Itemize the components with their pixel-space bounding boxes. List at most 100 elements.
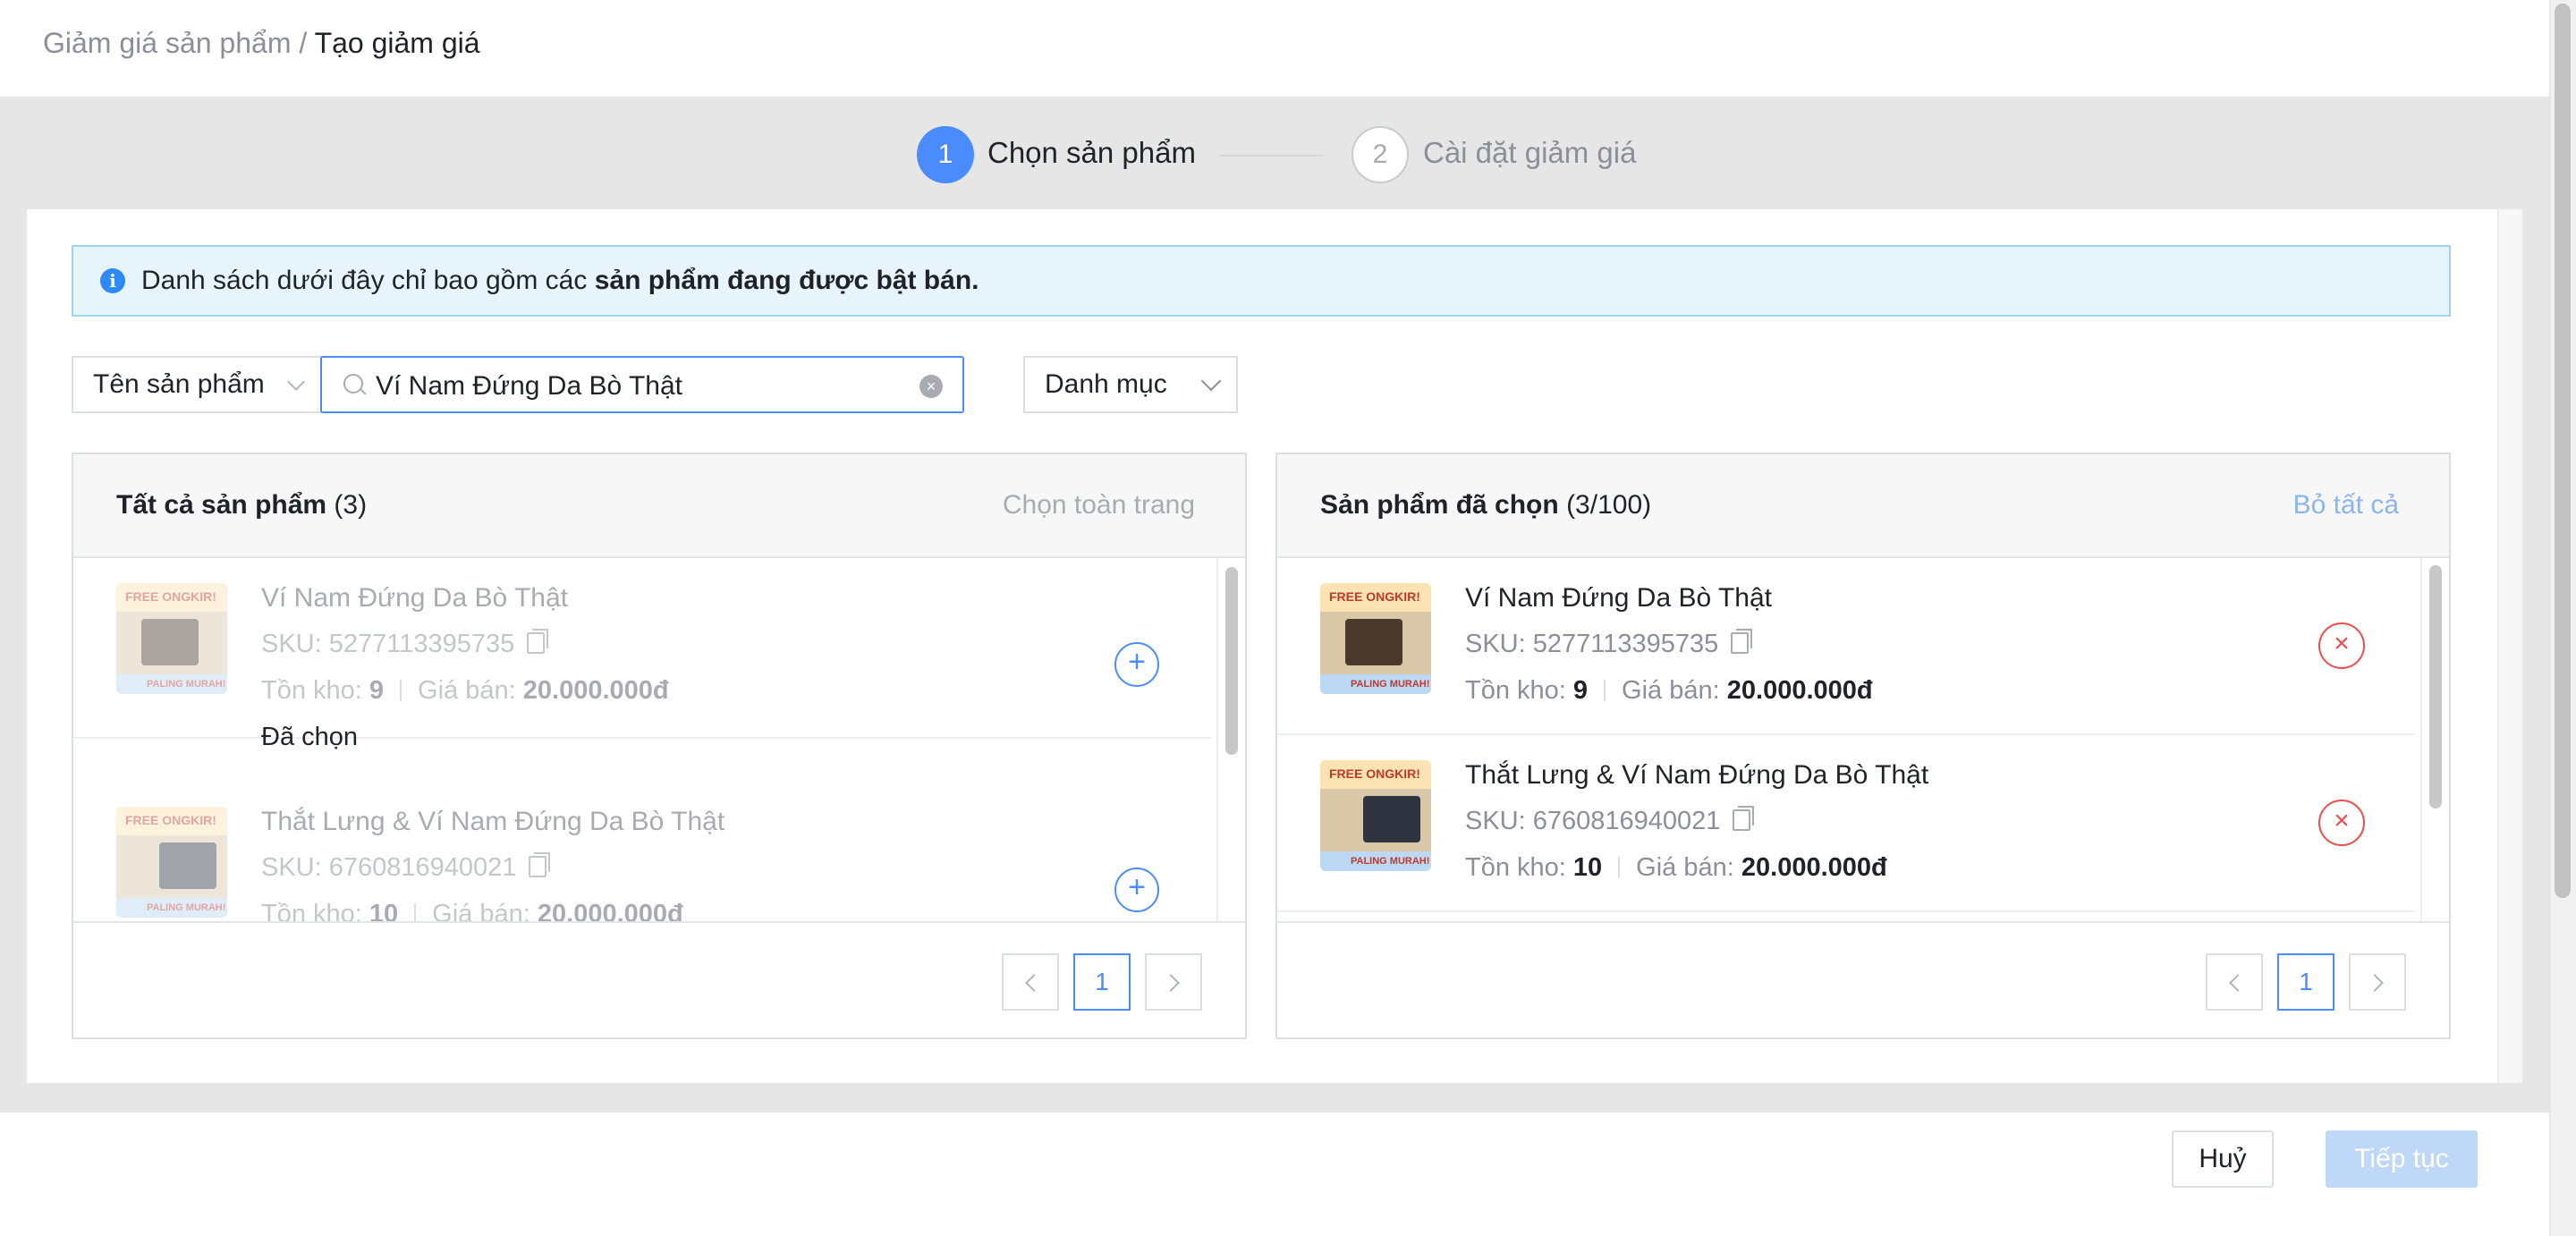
selected-products-panel: Sản phẩm đã chọn (3/100) Bỏ tất cả FREE …	[1275, 453, 2451, 1039]
all-products-title: Tất cả sản phẩm (3)	[116, 490, 367, 521]
remove-product-button[interactable]: ×	[2318, 622, 2365, 669]
product-sku-text: SKU: 5277113395735	[1465, 630, 1719, 658]
scrollbar-thumb[interactable]	[1225, 567, 1238, 755]
selected-products-title-text: Sản phẩm đã chọn	[1320, 490, 1559, 520]
stock-value: 9	[1572, 676, 1589, 705]
thumbnail-top-text: FREE ONGKIR!	[1329, 766, 1420, 781]
page-number-button[interactable]: 1	[2277, 953, 2334, 1011]
list-item: FREE ONGKIR! PALING MURAH! Ví Nam Đứng D…	[1277, 558, 2415, 735]
list-item: FREE ONGKIR! PALING MURAH! Thắt Lưng & V…	[73, 785, 1211, 921]
product-thumbnail: FREE ONGKIR! PALING MURAH!	[1320, 583, 1431, 694]
page-scrollbar-thumb[interactable]	[2555, 4, 2571, 898]
thumbnail-band-text: PALING MURAH!	[1351, 856, 1430, 867]
all-products-count: (3)	[334, 490, 368, 520]
stock-label: Tồn kho:	[261, 900, 362, 921]
step-connector	[1219, 155, 1323, 157]
list-item: FREE ONGKIR! PALING MURAH! Ví Nam Đứng D…	[73, 558, 1211, 751]
price-value: 20.000.000đ	[1726, 676, 1873, 705]
next-page-button[interactable]	[1145, 953, 1202, 1011]
info-banner-text: Danh sách dưới đây chỉ bao gồm các	[141, 266, 588, 295]
thumbnail-band-text: PALING MURAH!	[147, 902, 226, 913]
prev-page-button[interactable]	[2206, 953, 2263, 1011]
thumbnail-band-text: PALING MURAH!	[147, 679, 226, 690]
selected-products-title: Sản phẩm đã chọn (3/100)	[1320, 490, 1651, 521]
list-item: FREE ONGKIR! PALING MURAH! Thắt Lưng & V…	[1277, 735, 2415, 912]
category-select-value: Danh mục	[1045, 369, 1167, 399]
card-edge	[2497, 209, 2522, 1083]
product-sku-text: SKU: 5277113395735	[261, 630, 515, 658]
step-2-label: Cài đặt giảm giá	[1423, 136, 1637, 169]
stock-label: Tồn kho:	[261, 676, 362, 705]
chevron-down-icon	[287, 373, 305, 391]
price-value: 20.000.000đ	[1741, 853, 1887, 882]
search-field-select[interactable]: Tên sản phẩm	[72, 356, 322, 413]
info-banner: i Danh sách dưới đây chỉ bao gồm các sản…	[72, 245, 2451, 317]
product-name: Ví Nam Đứng Da Bò Thật	[1465, 583, 1773, 613]
all-products-panel: Tất cả sản phẩm (3) Chọn toàn trang FREE…	[72, 453, 1247, 1039]
selected-products-scrollbar[interactable]	[2420, 558, 2449, 921]
product-name: Thắt Lưng & Ví Nam Đứng Da Bò Thật	[261, 807, 725, 836]
footer-bar	[0, 1111, 2549, 1236]
product-meta: Tồn kho: 10 Giá bán: 20.000.000đ	[1465, 853, 1887, 883]
thumbnail-top-text: FREE ONGKIR!	[125, 589, 216, 604]
thumbnail-band-text: PALING MURAH!	[1351, 679, 1430, 690]
product-sku: SKU: 6760816940021	[1465, 806, 1755, 836]
scrollbar-thumb[interactable]	[2429, 565, 2442, 808]
selected-products-count: (3/100)	[1566, 490, 1652, 520]
step-1-indicator: 1	[917, 126, 974, 183]
all-products-scrollbar[interactable]	[1216, 558, 1245, 921]
product-meta: Tồn kho: 9 Giá bán: 20.000.000đ	[1465, 676, 1873, 706]
price-label: Giá bán:	[432, 900, 530, 921]
search-field-select-value: Tên sản phẩm	[93, 369, 265, 399]
breadcrumb: Giảm giá sản phẩm / Tạo giảm giá	[43, 27, 480, 60]
selected-status: Đã chọn	[261, 723, 359, 751]
product-meta: Tồn kho: 10 Giá bán: 20.000.000đ	[261, 900, 683, 921]
all-products-title-text: Tất cả sản phẩm	[116, 490, 327, 520]
breadcrumb-parent-link[interactable]: Giảm giá sản phẩm	[43, 27, 291, 59]
stock-value: 9	[369, 676, 385, 705]
product-thumbnail: FREE ONGKIR! PALING MURAH!	[1320, 760, 1431, 871]
prev-page-button[interactable]	[1002, 953, 1059, 1011]
category-select[interactable]: Danh mục	[1023, 356, 1238, 413]
search-input-value: Ví Nam Đứng Da Bò Thật	[376, 371, 683, 401]
all-products-header: Tất cả sản phẩm (3) Chọn toàn trang	[73, 454, 1245, 558]
select-whole-page-button[interactable]: Chọn toàn trang	[1003, 490, 1195, 521]
remove-product-button[interactable]: ×	[2318, 800, 2365, 846]
product-name: Thắt Lưng & Ví Nam Đứng Da Bò Thật	[1465, 760, 1929, 790]
product-sku: SKU: 5277113395735	[261, 629, 549, 659]
add-product-button[interactable]: +	[1114, 642, 1159, 687]
product-meta: Tồn kho: 9 Giá bán: 20.000.000đ	[261, 676, 669, 706]
copy-icon[interactable]	[529, 852, 551, 877]
clear-icon[interactable]: ×	[919, 375, 943, 398]
add-product-button[interactable]: +	[1114, 868, 1159, 912]
remove-all-button[interactable]: Bỏ tất cả	[2293, 490, 2399, 521]
next-page-button[interactable]	[2349, 953, 2406, 1011]
thumbnail-top-text: FREE ONGKIR!	[125, 813, 216, 827]
thumbnail-top-text: FREE ONGKIR!	[1329, 589, 1420, 604]
all-products-pagination: 1	[73, 921, 1245, 1037]
price-label: Giá bán:	[1622, 676, 1720, 705]
product-sku-text: SKU: 6760816940021	[261, 853, 517, 882]
stock-label: Tồn kho:	[1465, 676, 1566, 705]
info-banner-bold-text: sản phẩm đang được bật bán.	[594, 266, 979, 295]
product-thumbnail: FREE ONGKIR! PALING MURAH!	[116, 583, 227, 694]
product-sku: SKU: 6760816940021	[261, 852, 551, 883]
copy-icon[interactable]	[1731, 629, 1753, 654]
continue-button[interactable]: Tiếp tục	[2326, 1130, 2478, 1188]
all-products-list: FREE ONGKIR! PALING MURAH! Ví Nam Đứng D…	[73, 558, 1245, 921]
price-label: Giá bán:	[1636, 853, 1734, 882]
search-input[interactable]: Ví Nam Đứng Da Bò Thật ×	[320, 356, 964, 413]
copy-icon[interactable]	[1733, 806, 1755, 831]
selected-products-list: FREE ONGKIR! PALING MURAH! Ví Nam Đứng D…	[1277, 558, 2449, 921]
copy-icon[interactable]	[527, 629, 549, 654]
price-value: 20.000.000đ	[522, 676, 669, 705]
step-1-label: Chọn sản phẩm	[987, 136, 1196, 169]
page-number-button[interactable]: 1	[1073, 953, 1131, 1011]
price-label: Giá bán:	[418, 676, 516, 705]
cancel-button[interactable]: Huỷ	[2172, 1130, 2274, 1188]
chevron-down-icon	[1200, 370, 1222, 392]
product-name: Ví Nam Đứng Da Bò Thật	[261, 583, 569, 613]
search-icon	[343, 374, 363, 394]
price-value: 20.000.000đ	[537, 900, 683, 921]
product-thumbnail: FREE ONGKIR! PALING MURAH!	[116, 807, 227, 918]
